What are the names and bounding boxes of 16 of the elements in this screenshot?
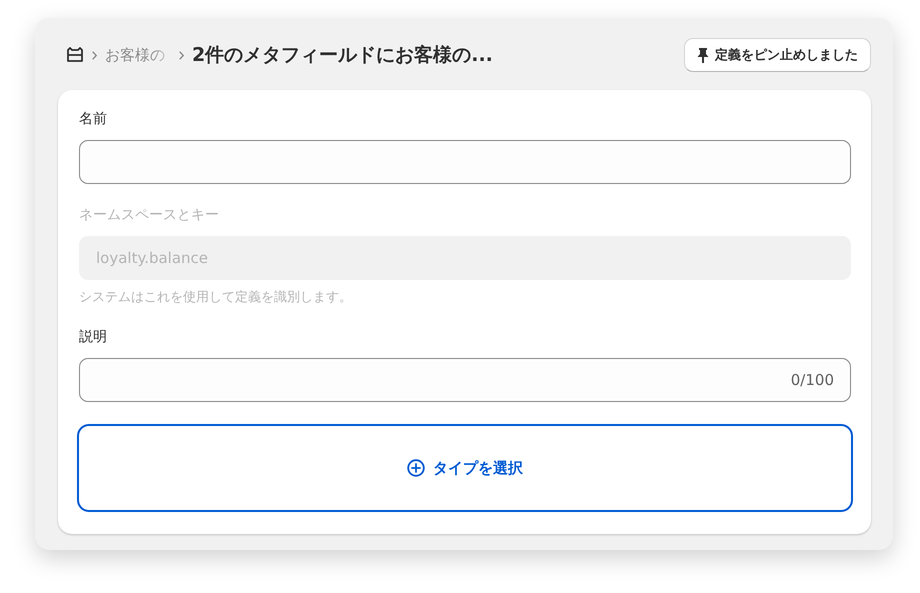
select-type-button[interactable]: タイプを選択 (77, 424, 853, 512)
help-text: システムはこれを使用して定義を識別します。 (79, 289, 353, 306)
store-icon[interactable] (66, 47, 84, 63)
field-label: 説明 (79, 328, 108, 346)
plus-circle-icon (407, 459, 425, 477)
pin-icon (697, 48, 709, 62)
field-label: 名前 (79, 110, 108, 128)
character-counter: 0/100 (790, 371, 834, 389)
description-field[interactable]: 0/100 (79, 358, 851, 402)
chevron-icon (92, 50, 97, 60)
breadcrumb-link[interactable]: お客様の (105, 46, 171, 64)
pin-button[interactable]: 定義をピン止めしました (684, 38, 871, 72)
field-label: ネームスペースとキー (79, 206, 220, 224)
input-field[interactable] (79, 140, 851, 184)
page-title: 2件のメタフィールドにお客様の... (192, 43, 493, 68)
chevron-icon (179, 50, 184, 60)
